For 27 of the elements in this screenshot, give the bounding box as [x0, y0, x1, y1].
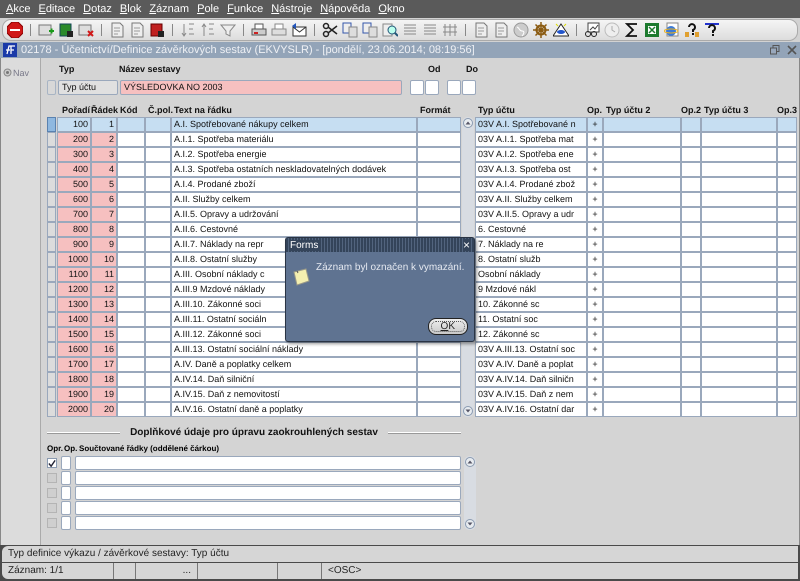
- column-header: Kód: [119, 104, 138, 117]
- column-header: Op.: [587, 104, 603, 117]
- field-label: Do: [465, 64, 479, 76]
- column-header: Formát: [419, 104, 452, 117]
- status-message: Typ definice výkazu / závěrkové sestavy: Typ účtu: [2, 546, 798, 562]
- field-label: Název sestavy: [119, 64, 182, 76]
- column-header: Pořadí: [60, 104, 91, 117]
- column-header: Text na řádku: [173, 104, 233, 117]
- column-header: Opr.: [47, 444, 64, 455]
- window-title: 02178 - Účetnictví/Definice závěrkových sestav (EKVYSLR) - [pondělí, 23.06.2014; 08:19:56]: [21, 44, 475, 56]
- status-field: ...: [136, 563, 198, 579]
- field-label: Od: [427, 64, 442, 76]
- column-header: Typ účtu 3: [703, 104, 750, 117]
- column-header: Řádek: [91, 104, 117, 117]
- dialog-title: Forms: [290, 240, 322, 250]
- column-header: Op.3: [777, 104, 797, 117]
- column-header: Typ účtu: [477, 104, 516, 117]
- section-title: Doplňkové údaje pro úpravu zaokrouhlených sestav: [130, 427, 378, 438]
- field-label: Typ: [58, 64, 76, 76]
- column-header: Součtované řádky (oddělené čárkou): [79, 444, 220, 455]
- dialog-message: Záznam byl označen k vymazání.: [316, 262, 464, 273]
- column-header: Op.: [64, 444, 78, 455]
- status-field: <OSC>: [322, 563, 798, 579]
- column-header: Typ účtu 2: [605, 104, 652, 117]
- status-field: Záznam: 1/1: [2, 563, 114, 579]
- column-header: Op.2: [681, 104, 701, 117]
- column-header: Č.pol.: [147, 104, 171, 117]
